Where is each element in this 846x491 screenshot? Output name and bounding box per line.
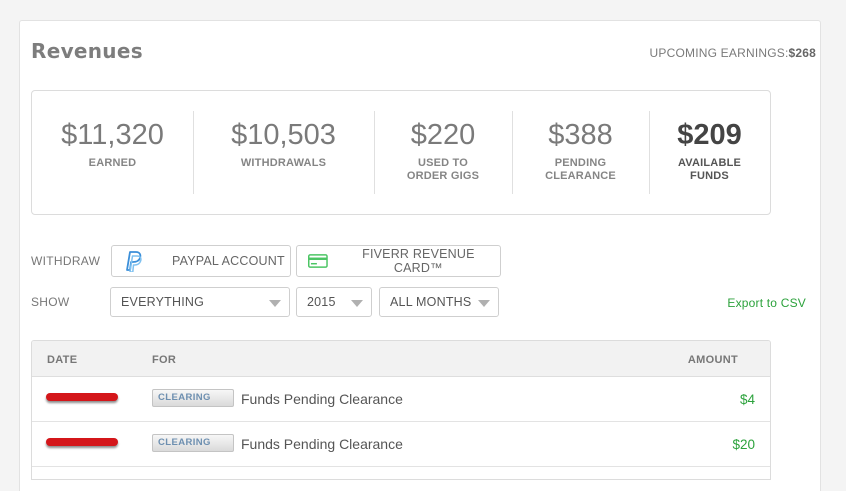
chevron-down-icon [351,300,363,307]
stat-used-for-gigs-value: $220 [410,119,476,151]
year-filter-select[interactable]: 2015 [296,287,372,317]
revenue-card-withdraw-button[interactable]: FIVERR REVENUE CARD™ [296,245,501,277]
row-amount: $20 [732,437,755,452]
revenue-stats-panel: $11,320 EARNED $10,503 WITHDRAWALS $220 … [31,90,771,215]
stat-available-funds-value: $209 [677,119,742,151]
chevron-down-icon [478,300,490,307]
stat-pending-clearance-value: $388 [548,119,613,151]
table-row[interactable]: CLEARING Funds Pending Clearance $20 [32,422,770,467]
column-header-amount[interactable]: AMOUNT [688,354,738,366]
page-title: Revenues [31,39,143,63]
paypal-withdraw-button[interactable]: PAYPAL ACCOUNT [111,245,291,277]
withdraw-label: WITHDRAW [31,254,101,268]
column-header-date[interactable]: DATE [47,354,77,366]
stat-used-for-gigs: $220 USED TO ORDER GIGS [374,91,512,214]
stat-earned: $11,320 EARNED [32,91,193,214]
stat-earned-value: $11,320 [61,119,164,151]
table-row[interactable]: CLEARING Funds Pending Clearance $4 [32,377,770,422]
row-amount: $4 [739,392,755,407]
stat-earned-label: EARNED [88,157,137,169]
stat-withdrawals: $10,503 WITHDRAWALS [193,91,374,214]
row-description: Funds Pending Clearance [241,391,403,407]
revenue-table: DATE FOR AMOUNT CLEARING Funds Pending C… [31,340,771,480]
chevron-down-icon [269,300,281,307]
upcoming-earnings-value: $268 [788,46,816,60]
column-header-for[interactable]: FOR [152,354,176,366]
table-header: DATE FOR AMOUNT [32,341,770,377]
revenue-card-withdraw-label: FIVERR REVENUE CARD™ [362,247,475,275]
credit-card-icon [308,254,328,268]
export-csv-link[interactable]: Export to CSV [727,296,806,310]
status-badge: CLEARING [152,389,234,407]
row-description: Funds Pending Clearance [241,436,403,452]
type-filter-value: EVERYTHING [121,295,205,309]
month-filter-select[interactable]: ALL MONTHS [379,287,499,317]
type-filter-select[interactable]: EVERYTHING [110,287,290,317]
stat-withdrawals-value: $10,503 [231,119,336,151]
upcoming-earnings-label: UPCOMING EARNINGS: [649,46,789,60]
year-filter-value: 2015 [307,295,336,309]
stat-available-funds: $209 AVAILABLE FUNDS [649,91,770,214]
show-label: SHOW [31,295,70,309]
paypal-icon [126,251,142,272]
month-filter-value: ALL MONTHS [390,295,472,309]
upcoming-earnings: UPCOMING EARNINGS:$268 [650,46,816,60]
paypal-withdraw-label: PAYPAL ACCOUNT [172,254,285,268]
status-badge: CLEARING [152,434,234,452]
redacted-date [46,393,118,401]
stat-used-for-gigs-label: USED TO ORDER GIGS [406,157,480,182]
stat-withdrawals-label: WITHDRAWALS [240,157,327,169]
stat-pending-clearance-label: PENDING CLEARANCE [545,157,616,182]
redacted-date [46,438,118,446]
stat-pending-clearance: $388 PENDING CLEARANCE [512,91,649,214]
stat-available-funds-label: AVAILABLE FUNDS [677,157,742,182]
